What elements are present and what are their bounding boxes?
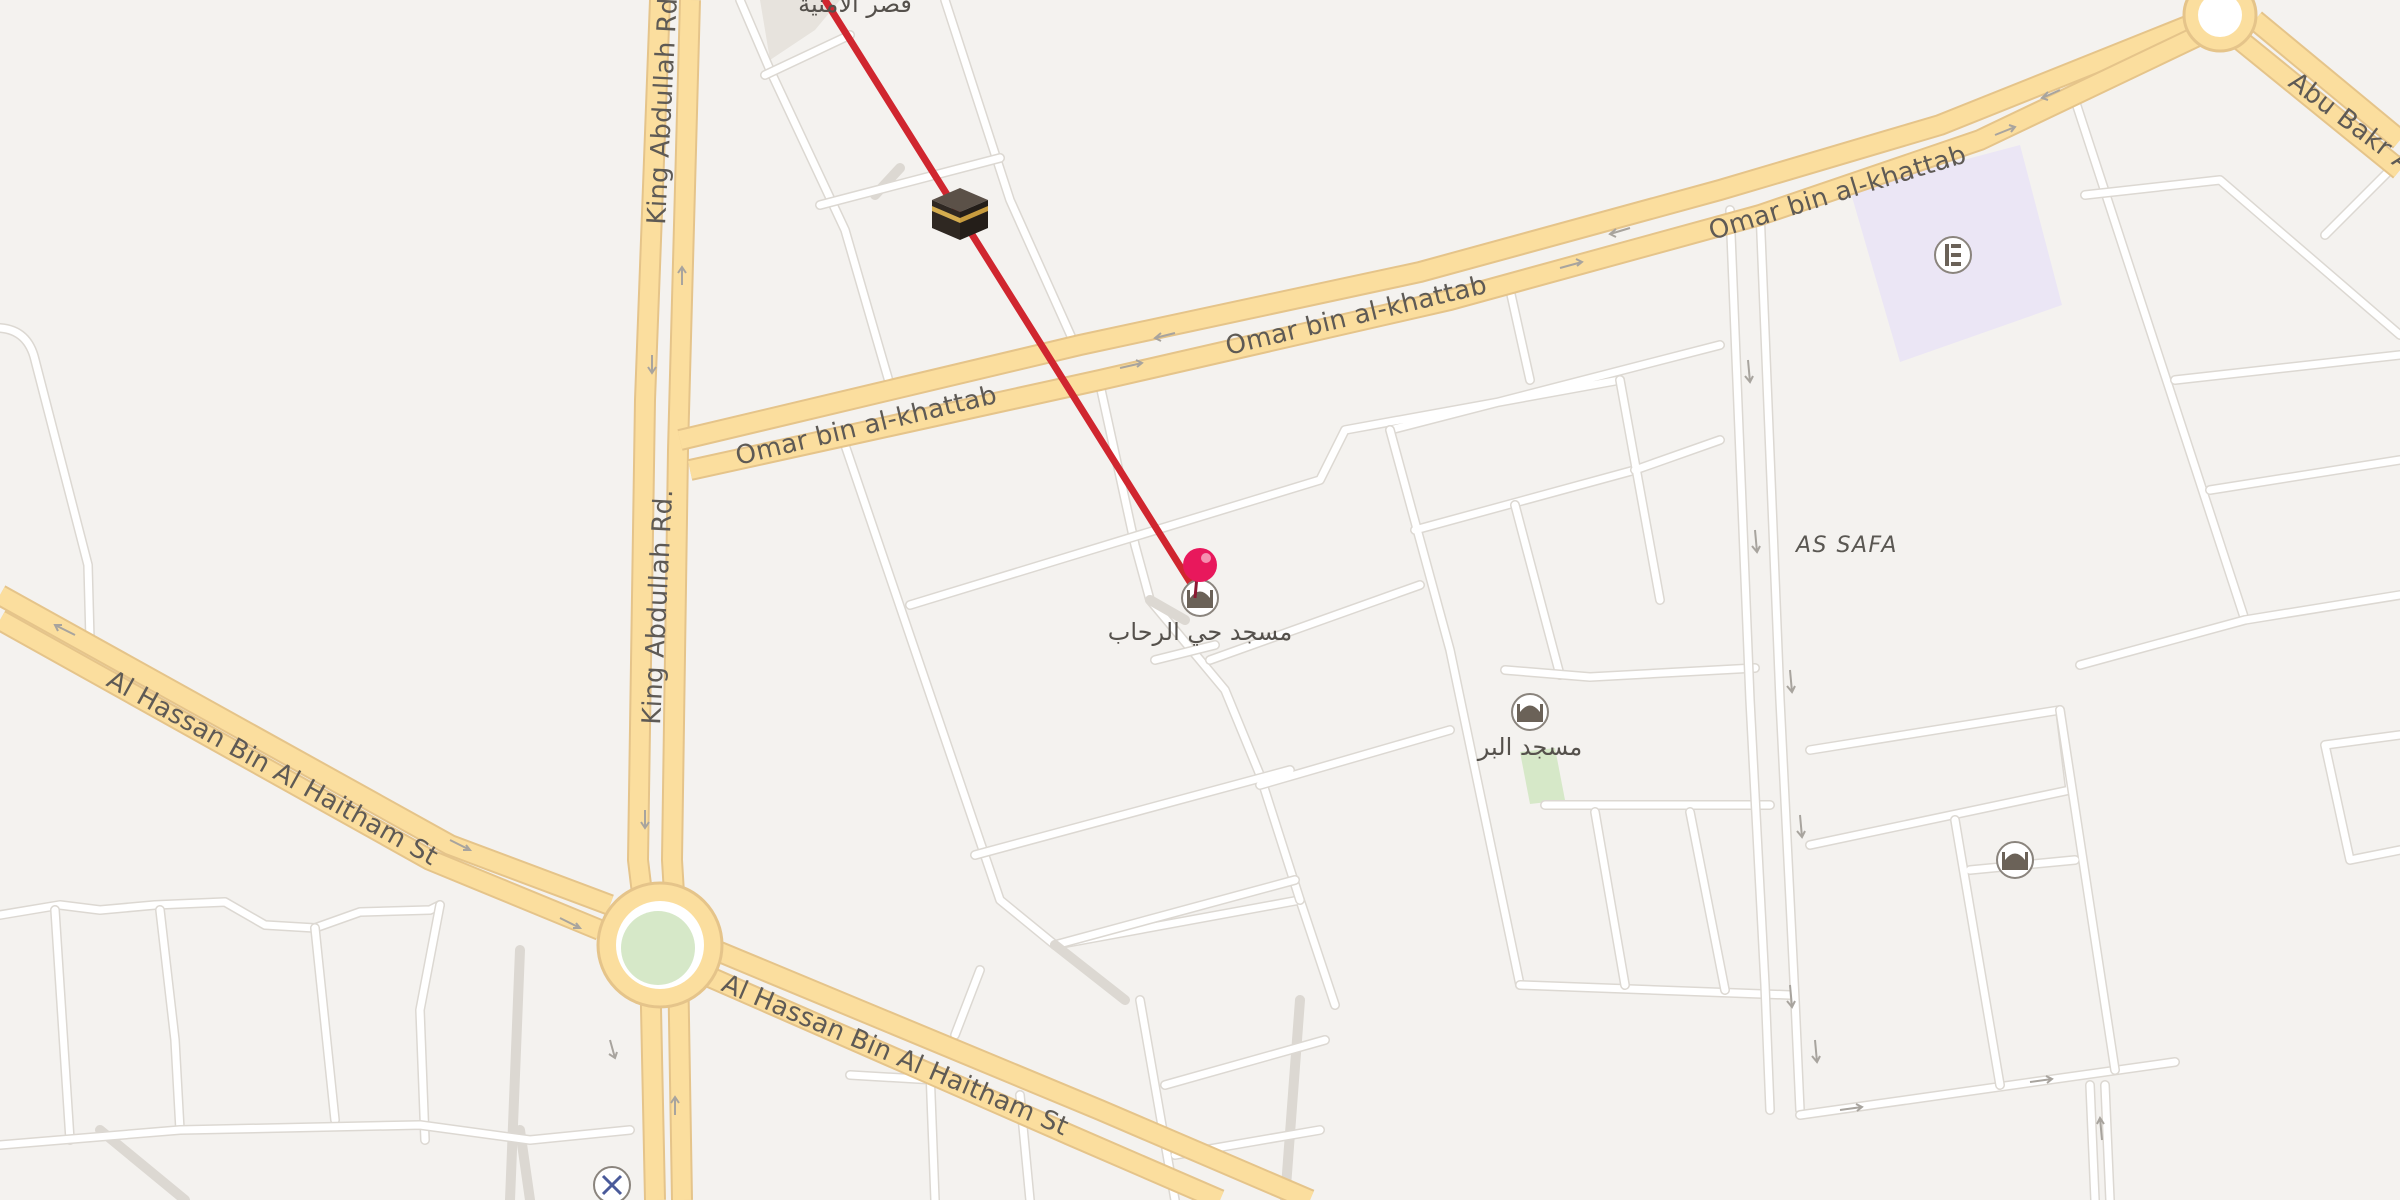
mosque-icon[interactable] bbox=[1511, 693, 1549, 731]
school-icon[interactable] bbox=[1934, 236, 1972, 274]
mosque-icon[interactable] bbox=[1181, 579, 1219, 617]
mosque-icon[interactable] bbox=[1996, 841, 2034, 879]
poi-label-mosque-albir: مسجد البر bbox=[1477, 733, 1582, 761]
poi-label-top: قصر الأمنية bbox=[798, 0, 912, 18]
district-label: AS SAFA bbox=[1794, 533, 1898, 558]
poi-label-mosque-rehab: مسجد حي الرحاب bbox=[1108, 618, 1292, 646]
map-view[interactable]: King Abdullah Rd. King Abdullah Rd. Omar… bbox=[0, 0, 2400, 1200]
scissors-icon[interactable] bbox=[593, 1166, 631, 1200]
